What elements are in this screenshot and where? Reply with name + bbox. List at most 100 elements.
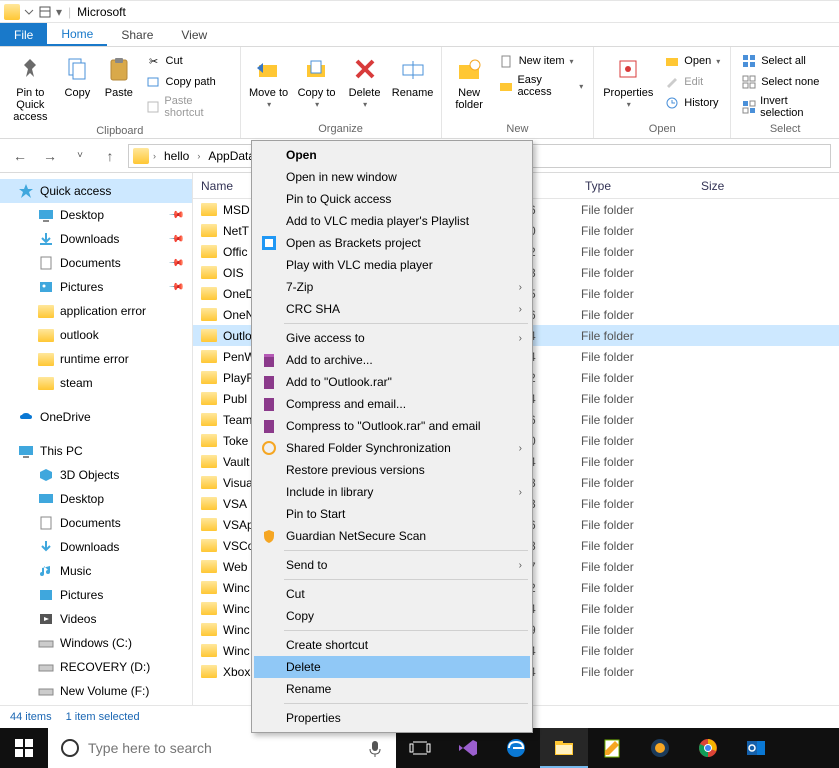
nav-downloads[interactable]: Downloads📌: [0, 227, 192, 251]
nav-documents[interactable]: Documents📌: [0, 251, 192, 275]
breadcrumb-item[interactable]: hello: [160, 149, 193, 163]
newitem-button[interactable]: New item▾: [495, 51, 588, 71]
nav-apperr[interactable]: application error: [0, 299, 192, 323]
ctx-copy[interactable]: Copy: [254, 605, 530, 627]
ctx-cut[interactable]: Cut: [254, 583, 530, 605]
easyaccess-button[interactable]: Easy access▾: [495, 72, 588, 100]
ctx-vlcplay[interactable]: Play with VLC media player: [254, 254, 530, 276]
taskbar-explorer[interactable]: [540, 728, 588, 768]
ctx-sendto[interactable]: Send to›: [254, 554, 530, 576]
col-type[interactable]: Type: [577, 179, 693, 193]
downloads-icon: [38, 231, 54, 247]
nav-onedrive[interactable]: OneDrive: [0, 405, 192, 429]
ctx-properties[interactable]: Properties: [254, 707, 530, 729]
ctx-rename[interactable]: Rename: [254, 678, 530, 700]
nav-documents2[interactable]: Documents: [0, 511, 192, 535]
nav-ddrive[interactable]: RECOVERY (D:): [0, 655, 192, 679]
copyto-button[interactable]: Copy to▾: [295, 51, 339, 111]
pin-button[interactable]: Pin to Quick access: [6, 51, 55, 123]
delete-button[interactable]: Delete▾: [343, 51, 387, 111]
search-input[interactable]: [88, 740, 358, 756]
mic-icon[interactable]: [366, 739, 384, 757]
nav-thispc[interactable]: This PC: [0, 439, 192, 463]
rename-button[interactable]: Rename: [391, 51, 435, 99]
col-size[interactable]: Size: [693, 179, 839, 193]
nav-downloads2[interactable]: Downloads: [0, 535, 192, 559]
taskbar-chrome[interactable]: [684, 728, 732, 768]
nav-runtime[interactable]: runtime error: [0, 347, 192, 371]
ctx-giveaccess[interactable]: Give access to›: [254, 327, 530, 349]
nav-quick-access[interactable]: Quick access: [0, 179, 192, 203]
ctx-pinquick[interactable]: Pin to Quick access: [254, 188, 530, 210]
forward-button[interactable]: →: [38, 144, 62, 168]
nav-steam[interactable]: steam: [0, 371, 192, 395]
tab-home[interactable]: Home: [47, 23, 107, 46]
ctx-opennew[interactable]: Open in new window: [254, 166, 530, 188]
invertsel-button[interactable]: Invert selection: [737, 93, 833, 121]
ctx-vlcplaylist[interactable]: Add to VLC media player's Playlist: [254, 210, 530, 232]
qat-props-icon[interactable]: [38, 5, 52, 19]
selectall-button[interactable]: Select all: [737, 51, 833, 71]
nav-cdrive[interactable]: Windows (C:): [0, 631, 192, 655]
ctx-netsecure[interactable]: Guardian NetSecure Scan: [254, 525, 530, 547]
tab-share[interactable]: Share: [107, 23, 167, 46]
recent-button[interactable]: ˅: [68, 144, 92, 168]
copy-button[interactable]: Copy: [59, 51, 96, 99]
ctx-sharedfolder[interactable]: Shared Folder Synchronization›: [254, 437, 530, 459]
ctx-shortcut[interactable]: Create shortcut: [254, 634, 530, 656]
nav-desktop[interactable]: Desktop📌: [0, 203, 192, 227]
taskbar-taskview[interactable]: [396, 728, 444, 768]
onedrive-icon: [18, 409, 34, 425]
ctx-compressrar[interactable]: Compress to "Outlook.rar" and email: [254, 415, 530, 437]
file-type: File folder: [577, 413, 693, 427]
ctx-7zip[interactable]: 7-Zip›: [254, 276, 530, 298]
nav-3dobjects[interactable]: 3D Objects: [0, 463, 192, 487]
ctx-pinstart[interactable]: Pin to Start: [254, 503, 530, 525]
ctx-addrar[interactable]: Add to "Outlook.rar": [254, 371, 530, 393]
paste-button[interactable]: Paste: [100, 51, 137, 99]
taskbar-outlook[interactable]: [732, 728, 780, 768]
nav-pictures[interactable]: Pictures📌: [0, 275, 192, 299]
back-button[interactable]: ←: [8, 144, 32, 168]
qat-down-icon[interactable]: [24, 7, 34, 17]
history-button[interactable]: History: [660, 93, 724, 113]
nav-music[interactable]: Music: [0, 559, 192, 583]
taskbar-notepad[interactable]: [588, 728, 636, 768]
file-name: VSAp: [223, 518, 254, 532]
folder-icon: [201, 308, 217, 321]
nav-videos[interactable]: Videos: [0, 607, 192, 631]
ctx-crc[interactable]: CRC SHA›: [254, 298, 530, 320]
taskbar-vs[interactable]: [444, 728, 492, 768]
start-button[interactable]: [0, 728, 48, 768]
ctx-brackets[interactable]: Open as Brackets project: [254, 232, 530, 254]
moveto-button[interactable]: Move to▾: [247, 51, 291, 111]
ctx-restore[interactable]: Restore previous versions: [254, 459, 530, 481]
ctx-delete[interactable]: Delete: [254, 656, 530, 678]
ctx-compressemail[interactable]: Compress and email...: [254, 393, 530, 415]
edit-button[interactable]: Edit: [660, 72, 724, 92]
properties-button[interactable]: Properties▾: [600, 51, 656, 111]
up-button[interactable]: ↑: [98, 144, 122, 168]
ctx-library[interactable]: Include in library›: [254, 481, 530, 503]
tab-view[interactable]: View: [167, 23, 221, 46]
nav-outlook[interactable]: outlook: [0, 323, 192, 347]
file-type: File folder: [577, 287, 693, 301]
pasteshortcut-button[interactable]: Paste shortcut: [142, 93, 234, 121]
properties-icon: [612, 53, 644, 85]
ctx-addarchive[interactable]: Add to archive...: [254, 349, 530, 371]
cortana-icon: [60, 738, 80, 758]
nav-desktop2[interactable]: Desktop: [0, 487, 192, 511]
open-button[interactable]: Open▾: [660, 51, 724, 71]
ctx-open[interactable]: Open: [254, 144, 530, 166]
tab-file[interactable]: File: [0, 23, 47, 46]
nav-fdrive[interactable]: New Volume (F:): [0, 679, 192, 703]
taskbar-edge[interactable]: [492, 728, 540, 768]
selectnone-button[interactable]: Select none: [737, 72, 833, 92]
cut-button[interactable]: ✂Cut: [142, 51, 234, 71]
copypath-button[interactable]: Copy path: [142, 72, 234, 92]
nav-pictures2[interactable]: Pictures: [0, 583, 192, 607]
newfolder-button[interactable]: New folder: [448, 51, 491, 111]
invertsel-icon: [741, 99, 756, 115]
taskbar-search[interactable]: [48, 728, 396, 768]
taskbar-app1[interactable]: [636, 728, 684, 768]
